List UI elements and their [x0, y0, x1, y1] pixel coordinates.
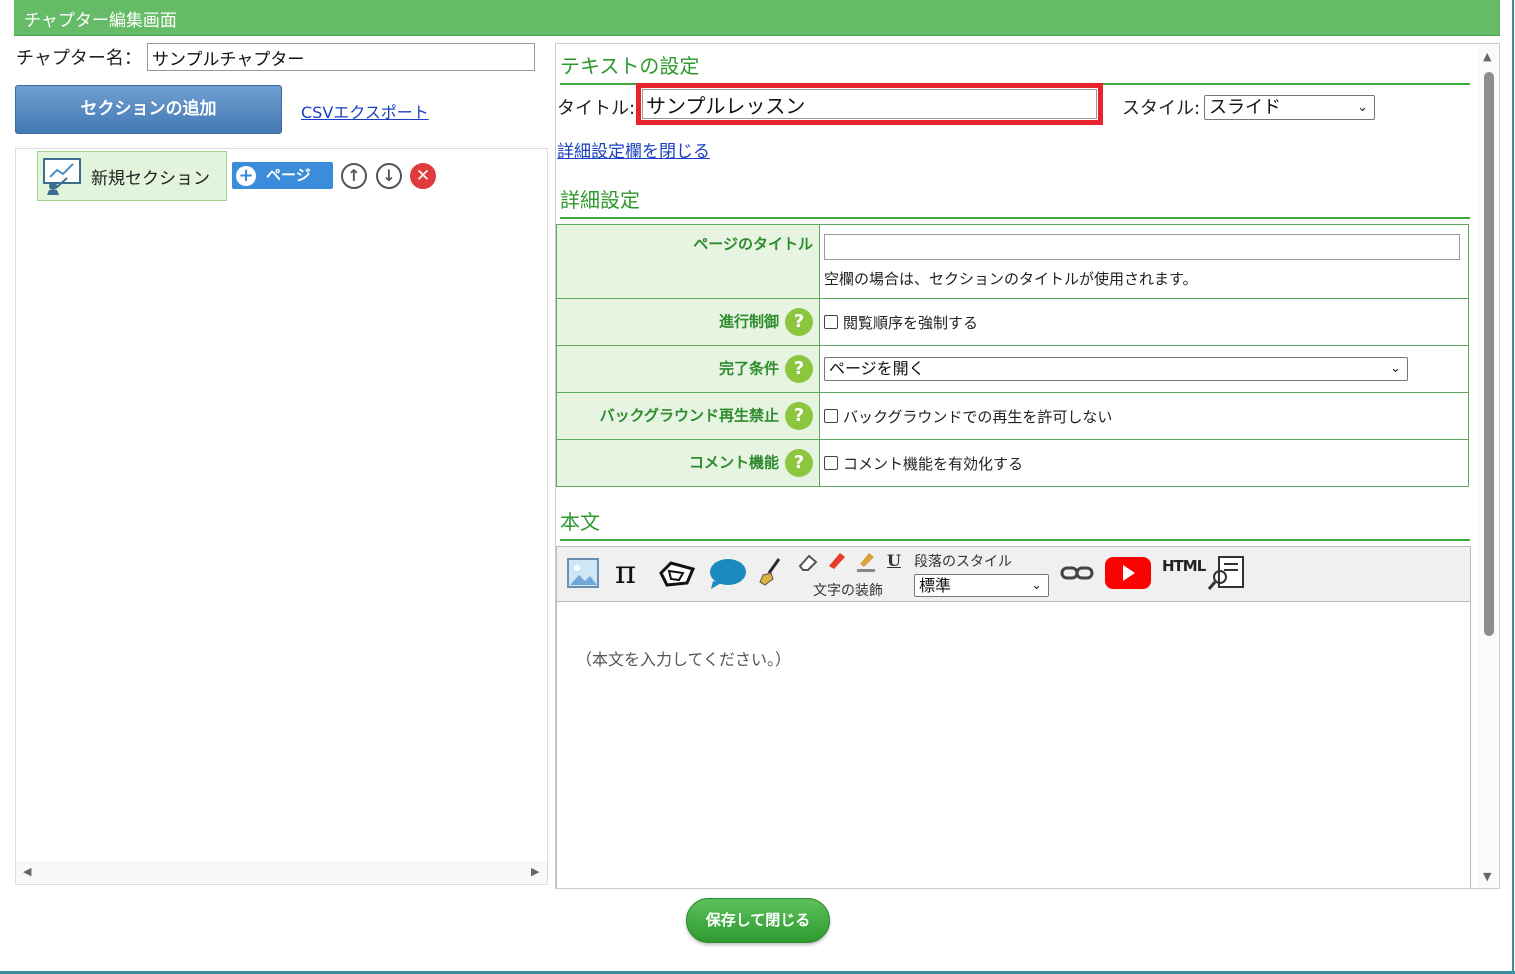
csv-export-link[interactable]: CSVエクスポート	[301, 99, 429, 123]
add-page-label: ページ	[266, 166, 311, 184]
text-settings-heading: テキストの設定	[560, 50, 1470, 85]
scroll-up-icon[interactable]: ▲	[1483, 50, 1491, 63]
page-title-hint: 空欄の場合は、セクションのタイトルが使用されます。	[824, 270, 1198, 288]
body-editor[interactable]: （本文を入力してください。）	[556, 602, 1471, 888]
vertical-scrollbar[interactable]: ▲ ▼	[1478, 44, 1499, 888]
style-label: スタイル:	[1122, 98, 1201, 119]
link-icon[interactable]	[1059, 555, 1095, 591]
completion-select[interactable]: ページを開く ⌄	[824, 357, 1408, 381]
marker-icon[interactable]	[855, 551, 877, 573]
add-page-button[interactable]: + ページ	[232, 162, 333, 189]
help-icon[interactable]: ?	[785, 402, 813, 430]
completion-cell: ページを開く ⌄	[819, 345, 1469, 393]
detail-row-comment: コメント機能? コメント機能を有効化する	[556, 439, 1469, 487]
underline-icon[interactable]: U	[887, 551, 901, 587]
disallow-background-label: バックグラウンドでの再生を許可しない	[843, 407, 1113, 426]
disallow-background-checkbox[interactable]	[824, 408, 838, 423]
enable-comment-label: コメント機能を有効化する	[843, 454, 1024, 473]
chevron-down-icon: ⌄	[1357, 100, 1368, 115]
enable-comment-checkbox[interactable]	[824, 455, 838, 470]
paragraph-style-select[interactable]: 標準 ⌄	[914, 574, 1049, 597]
detail-row-background-play: バックグラウンド再生禁止? バックグラウンドでの再生を許可しない	[556, 392, 1469, 440]
detail-row-progress-control: 進行制御? 閲覧順序を強制する	[556, 298, 1469, 346]
highlighter-icon[interactable]	[825, 551, 847, 573]
speech-bubble-icon[interactable]	[707, 555, 747, 591]
eraser-icon[interactable]	[797, 551, 819, 573]
presentation-board-icon	[43, 158, 81, 195]
body-heading: 本文	[560, 506, 1470, 541]
title-label: タイトル:	[557, 98, 636, 119]
section-label: 新規セクション	[91, 169, 210, 189]
comment-label: コメント機能?	[556, 439, 820, 487]
math-pi-icon[interactable]: π	[615, 553, 636, 591]
progress-control-label: 進行制御?	[556, 298, 820, 346]
editor-toolbar: π U 文字の装飾 段落のスタイル 標準 ⌄ HTML	[556, 546, 1471, 602]
frame-edge-right	[1512, 0, 1514, 974]
background-play-cell: バックグラウンドでの再生を許可しない	[819, 392, 1469, 440]
preview-icon[interactable]	[1207, 555, 1247, 591]
help-icon[interactable]: ?	[785, 355, 813, 383]
delete-icon[interactable]: ✕	[410, 163, 436, 189]
image-icon[interactable]	[566, 555, 600, 591]
paragraph-style-value: 標準	[919, 576, 952, 595]
detail-row-completion: 完了条件? ページを開く ⌄	[556, 345, 1469, 393]
body-placeholder: （本文を入力してください。）	[576, 650, 792, 669]
chapter-name-input[interactable]	[147, 43, 535, 71]
comment-cell: コメント機能を有効化する	[819, 439, 1469, 487]
enforce-order-label: 閲覧順序を強制する	[843, 313, 979, 332]
page-title-input[interactable]	[824, 234, 1460, 260]
completion-select-value: ページを開く	[829, 359, 925, 378]
title-input[interactable]	[636, 83, 1103, 125]
details-table: ページのタイトル 空欄の場合は、セクションのタイトルが使用されます。 進行制御?…	[556, 224, 1469, 487]
close-details-link[interactable]: 詳細設定欄を閉じる	[557, 137, 710, 162]
scroll-thumb[interactable]	[1484, 72, 1494, 636]
html-icon[interactable]: HTML	[1162, 557, 1206, 593]
move-down-icon[interactable]: ↓	[376, 163, 402, 189]
completion-label: 完了条件?	[556, 345, 820, 393]
horizontal-scrollbar[interactable]: ◀ ▶	[16, 861, 547, 883]
window-title: チャプター編集画面	[24, 11, 177, 31]
section-tree-panel: 新規セクション + ページ ↑ ↓ ✕ ◀ ▶	[15, 148, 548, 885]
chapter-name-label: チャプター名：	[16, 48, 142, 69]
chevron-down-icon: ⌄	[1031, 578, 1042, 593]
section-node[interactable]: 新規セクション	[37, 151, 227, 201]
detail-row-page-title: ページのタイトル 空欄の場合は、セクションのタイトルが使用されます。	[556, 224, 1469, 299]
scroll-down-icon[interactable]: ▼	[1483, 870, 1491, 883]
details-heading: 詳細設定	[560, 184, 1470, 219]
window-title-bar: チャプター編集画面	[14, 0, 1500, 36]
scroll-left-icon[interactable]: ◀	[23, 865, 31, 878]
page-title-cell: 空欄の場合は、セクションのタイトルが使用されます。	[819, 224, 1469, 299]
save-and-close-button[interactable]: 保存して閉じる	[686, 898, 830, 943]
add-section-button[interactable]: セクションの追加	[15, 85, 282, 134]
brush-icon[interactable]	[757, 555, 785, 591]
move-up-icon[interactable]: ↑	[341, 163, 367, 189]
help-icon[interactable]: ?	[785, 449, 813, 477]
style-select-value: スライド	[1209, 97, 1281, 118]
youtube-icon[interactable]	[1104, 555, 1152, 591]
scroll-right-icon[interactable]: ▶	[531, 865, 539, 878]
progress-control-cell: 閲覧順序を強制する	[819, 298, 1469, 346]
text-settings-panel: テキストの設定 タイトル: スタイル: スライド ⌄ 詳細設定欄を閉じる 詳細設…	[555, 43, 1500, 889]
chevron-down-icon: ⌄	[1390, 361, 1401, 376]
plus-icon: +	[236, 166, 256, 186]
background-play-label: バックグラウンド再生禁止?	[556, 392, 820, 440]
help-icon[interactable]: ?	[785, 308, 813, 336]
page-title-label: ページのタイトル	[556, 224, 820, 299]
shape-icon[interactable]	[657, 555, 697, 591]
style-select[interactable]: スライド ⌄	[1204, 95, 1375, 120]
enforce-order-checkbox[interactable]	[824, 314, 838, 329]
